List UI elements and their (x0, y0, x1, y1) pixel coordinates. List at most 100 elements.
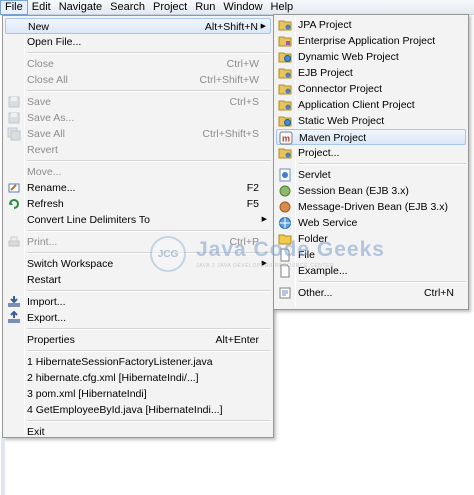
menu-item-static-web-project[interactable]: Static Web Project (276, 113, 466, 129)
menu-item-export[interactable]: Export... (5, 310, 271, 326)
menu-item-label: Exit (27, 426, 45, 438)
menu-window[interactable]: Window (219, 0, 266, 15)
static-web-project-icon (278, 114, 292, 128)
other-icon (278, 286, 292, 300)
print-icon (7, 235, 21, 249)
menu-item-close-all[interactable]: Close All Ctrl+Shift+W (5, 72, 271, 88)
menu-item-label: Enterprise Application Project (298, 35, 436, 47)
menu-item-jpa-project[interactable]: JPA Project (276, 17, 466, 33)
menu-item-shortcut: F2 (246, 182, 259, 194)
menu-item-label: 1 HibernateSessionFactoryListener.java (27, 356, 213, 368)
menu-item-new[interactable]: New Alt+Shift+N ▶ (5, 18, 271, 34)
menu-item-2-hibernate-cfg-xml-hibernateindi[interactable]: 2 hibernate.cfg.xml [HibernateIndi/...] (5, 370, 271, 386)
app-client-project-icon (278, 98, 292, 112)
menu-item-shortcut: Ctrl+Shift+S (202, 128, 259, 140)
menu-item-label: Revert (27, 144, 58, 156)
menu-item-label: Web Service (298, 217, 358, 229)
menu-separator (27, 52, 271, 54)
menu-item-shortcut: Alt+Enter (215, 334, 259, 346)
menu-item-close[interactable]: Close Ctrl+W (5, 56, 271, 72)
menu-item-save[interactable]: Save Ctrl+S (5, 94, 271, 110)
menu-separator (27, 290, 271, 292)
menu-item-properties[interactable]: Properties Alt+Enter (5, 332, 271, 348)
menu-item-move[interactable]: Move... (5, 164, 271, 180)
menu-item-exit[interactable]: Exit (5, 424, 271, 440)
menu-item-label: Servlet (298, 169, 331, 181)
menu-item-label: Maven Project (299, 132, 367, 144)
menu-separator (27, 90, 271, 92)
menu-project[interactable]: Project (149, 0, 191, 15)
menu-item-enterprise-application-project[interactable]: Enterprise Application Project (276, 33, 466, 49)
file-menu: New Alt+Shift+N ▶ Open File... Close Ctrl+W Cl… (2, 15, 274, 438)
mdb-icon (278, 200, 292, 214)
menu-item-rename[interactable]: Rename... F2 (5, 180, 271, 196)
menu-search[interactable]: Search (106, 0, 149, 15)
menu-item-session-bean-ejb-3-x[interactable]: Session Bean (EJB 3.x) (276, 183, 466, 199)
menu-item-ejb-project[interactable]: EJB Project (276, 65, 466, 81)
menu-item-open-file[interactable]: Open File... (5, 34, 271, 50)
menu-item-save-all[interactable]: Save All Ctrl+Shift+S (5, 126, 271, 142)
menu-item-shortcut: Ctrl+Shift+W (199, 74, 259, 86)
menu-item-save-as[interactable]: Save As... (5, 110, 271, 126)
submenu-arrow-icon: ▶ (261, 216, 267, 223)
menu-item-label: EJB Project (298, 67, 353, 79)
menu-item-application-client-project[interactable]: Application Client Project (276, 97, 466, 113)
menu-item-message-driven-bean-ejb-3-x[interactable]: Message-Driven Bean (EJB 3.x) (276, 199, 466, 215)
menu-item-revert[interactable]: Revert (5, 142, 271, 158)
menu-item-other[interactable]: Other... Ctrl+N (276, 285, 466, 301)
menu-item-convert-line-delimiters-to[interactable]: Convert Line Delimiters To ▶ (5, 212, 271, 228)
menu-file[interactable]: File (0, 0, 28, 15)
menu-item-servlet[interactable]: Servlet (276, 167, 466, 183)
menu-item-label: Properties (27, 334, 75, 346)
menu-item-label: Close All (27, 74, 68, 86)
menu-item-4-getemployeebyid-java-hibernateindi[interactable]: 4 GetEmployeeById.java [HibernateIndi...… (5, 402, 271, 418)
menu-item-label: Restart (27, 274, 61, 286)
menu-item-label: Rename... (27, 182, 76, 194)
menu-item-refresh[interactable]: Refresh F5 (5, 196, 271, 212)
save-all-icon (7, 127, 21, 141)
editor-edge (1, 438, 5, 495)
watermark: JCG Java Code Geeks JAVA 2 JAVA DEVELOPE… (150, 236, 384, 276)
watermark-name: Java Code Geeks (196, 238, 385, 261)
watermark-tagline: JAVA 2 JAVA DEVELOPERS RESOURCE CENTER (196, 263, 335, 269)
menu-separator (27, 230, 271, 232)
menu-item-label: Switch Workspace (27, 258, 114, 270)
menu-item-import[interactable]: Import... (5, 294, 271, 310)
menu-item-web-service[interactable]: Web Service (276, 215, 466, 231)
ear-project-icon (278, 34, 292, 48)
menu-item-label: Connector Project (298, 83, 383, 95)
menu-item-connector-project[interactable]: Connector Project (276, 81, 466, 97)
menu-item-shortcut: F5 (246, 198, 259, 210)
menu-run[interactable]: Run (191, 0, 219, 15)
eclipse-window: File Edit Navigate Search Project Run Window He… (0, 0, 474, 495)
web-project-icon (278, 50, 292, 64)
menu-separator (27, 160, 271, 162)
menu-item-label: 3 pom.xml [HibernateIndi] (27, 388, 147, 400)
menu-help[interactable]: Help (267, 0, 298, 15)
menu-item-dynamic-web-project[interactable]: Dynamic Web Project (276, 49, 466, 65)
menu-item-label: Print... (27, 236, 58, 248)
menu-separator (298, 163, 466, 165)
menu-separator (298, 281, 466, 283)
menu-item-shortcut: Ctrl+S (229, 96, 259, 108)
maven-project-icon: m (279, 131, 293, 145)
menu-item-3-pom-xml-hibernateindi[interactable]: 3 pom.xml [HibernateIndi] (5, 386, 271, 402)
menu-item-maven-project[interactable]: m Maven Project (276, 129, 466, 145)
menu-item-label: Save All (27, 128, 65, 140)
menu-separator (27, 350, 271, 352)
refresh-icon (7, 197, 21, 211)
menu-item-label: Save (27, 96, 51, 108)
servlet-icon (278, 168, 292, 182)
jpa-project-icon (278, 18, 292, 32)
menu-item-label: Save As... (27, 112, 75, 124)
svg-text:m: m (282, 134, 290, 144)
menu-item-project[interactable]: Project... (276, 145, 466, 161)
menu-item-label: Application Client Project (298, 99, 415, 111)
menu-edit[interactable]: Edit (28, 0, 55, 15)
watermark-logo: JCG (150, 236, 186, 272)
menu-item-label: Other... (298, 287, 333, 299)
ejb-project-icon (278, 66, 292, 80)
menu-navigate[interactable]: Navigate (55, 0, 106, 15)
menu-item-1-hibernatesessionfactorylistener-java[interactable]: 1 HibernateSessionFactoryListener.java (5, 354, 271, 370)
submenu-arrow-icon: ▶ (260, 23, 266, 30)
